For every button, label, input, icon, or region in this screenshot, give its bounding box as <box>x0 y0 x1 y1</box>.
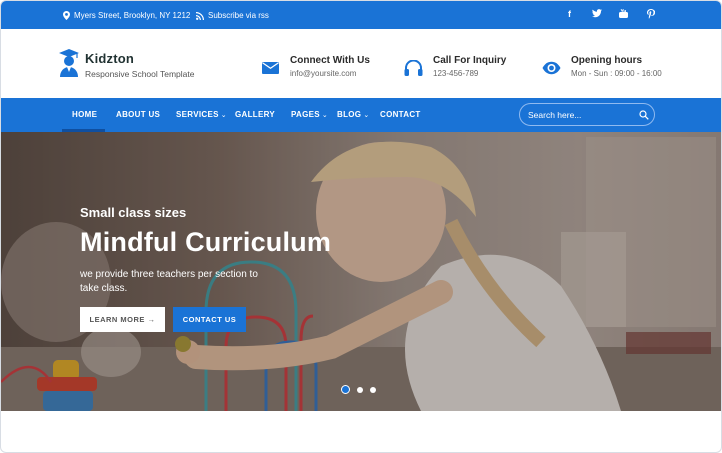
rss-text[interactable]: Subscribe via rss <box>208 11 269 20</box>
brand-name[interactable]: Kidzton <box>85 51 194 66</box>
eye-icon <box>541 58 561 78</box>
rss-icon <box>196 11 204 20</box>
site-header: Kidzton Responsive School Template Conne… <box>1 29 721 98</box>
learn-more-button[interactable]: LEARN MORE → <box>80 307 165 332</box>
social-links: f <box>564 8 656 20</box>
slider-dot-2[interactable] <box>357 386 363 393</box>
address-text: Myers Street, Brooklyn, NY 1212 <box>74 11 191 20</box>
page-frame: Myers Street, Brooklyn, NY 1212 Subscrib… <box>0 0 722 453</box>
facebook-icon[interactable]: f <box>564 9 575 20</box>
envelope-icon <box>260 58 280 78</box>
youtube-icon[interactable] <box>618 8 629 20</box>
nav-gallery[interactable]: GALLERY <box>235 110 275 119</box>
hours-title: Opening hours <box>571 55 643 66</box>
nav-pages[interactable]: PAGES ⌄ <box>291 110 328 119</box>
nav-about-us[interactable]: ABOUT US <box>116 110 160 119</box>
nav-services[interactable]: SERVICES ⌄ <box>176 110 227 119</box>
connect-title: Connect With Us <box>290 55 370 66</box>
location-pin-icon <box>63 11 70 20</box>
top-bar: Myers Street, Brooklyn, NY 1212 Subscrib… <box>1 1 721 29</box>
slider-dot-1[interactable] <box>341 385 350 394</box>
nav-services-label[interactable]: SERVICES <box>176 110 219 119</box>
inquiry-phone[interactable]: 123-456-789 <box>433 69 506 78</box>
rss-link[interactable]: Subscribe via rss <box>196 11 269 20</box>
chevron-down-icon: ⌄ <box>220 112 227 119</box>
address: Myers Street, Brooklyn, NY 1212 <box>63 11 190 20</box>
inquiry-info: Call For Inquiry 123-456-789 <box>403 55 506 78</box>
slider-dots <box>341 385 376 394</box>
headphones-icon <box>403 58 423 78</box>
nav-blog-label[interactable]: BLOG <box>337 110 361 119</box>
connect-email[interactable]: info@yoursite.com <box>290 69 370 78</box>
hero-slider: Small class sizes Mindful Curriculum we … <box>1 132 721 411</box>
hero-title: Mindful Curriculum <box>80 227 332 257</box>
search-input[interactable] <box>528 108 634 122</box>
contact-us-button[interactable]: CONTACT US <box>173 307 246 332</box>
search-icon[interactable] <box>639 110 649 120</box>
graduate-logo-icon[interactable] <box>59 49 79 77</box>
hero-description: we provide three teachers per section to… <box>80 269 258 294</box>
inquiry-title: Call For Inquiry <box>433 55 507 66</box>
connect-info: Connect With Us info@yoursite.com <box>260 55 370 78</box>
hours-info: Opening hours Mon - Sun : 09:00 - 16:00 <box>541 55 662 78</box>
pinterest-icon[interactable] <box>645 9 656 20</box>
nav-blog[interactable]: BLOG ⌄ <box>337 110 369 119</box>
nav-contact[interactable]: CONTACT <box>380 110 421 119</box>
chevron-down-icon: ⌄ <box>321 112 329 119</box>
twitter-icon[interactable] <box>591 9 602 20</box>
search-box <box>519 103 655 126</box>
main-nav: HOME ABOUT US SERVICES ⌄ GALLERY PAGES ⌄ B… <box>1 98 721 132</box>
hours-value: Mon - Sun : 09:00 - 16:00 <box>571 69 662 78</box>
slider-dot-3[interactable] <box>370 386 376 393</box>
chevron-down-icon: ⌄ <box>363 112 370 119</box>
brand[interactable]: Kidzton Responsive School Template <box>85 51 194 79</box>
nav-home[interactable]: HOME <box>72 110 97 119</box>
nav-pages-label[interactable]: PAGES <box>291 110 320 119</box>
brand-tagline: Responsive School Template <box>85 69 195 79</box>
hero-kicker: Small class sizes <box>80 205 187 220</box>
